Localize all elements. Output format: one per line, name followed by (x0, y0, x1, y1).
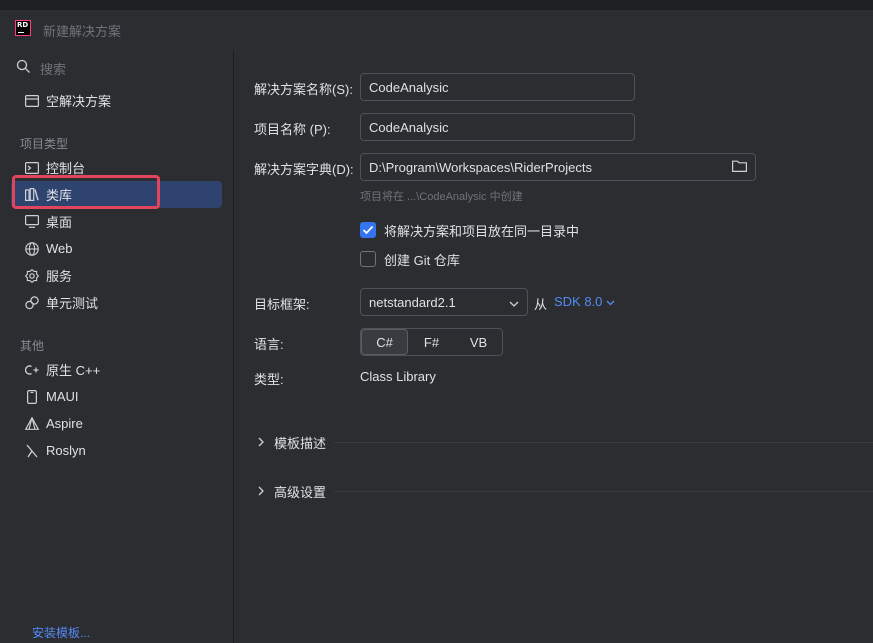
language-segmented-control: C# F# VB (360, 328, 503, 356)
sidebar-item-maui[interactable]: MAUI (11, 383, 222, 410)
aspire-icon (24, 416, 40, 432)
gear-icon (24, 268, 40, 284)
sidebar-item-desktop[interactable]: 桌面 (11, 208, 222, 235)
advanced-settings-label: 高级设置 (274, 485, 327, 500)
mobile-icon (24, 389, 40, 405)
sidebar-item-label: 桌面 (46, 215, 73, 230)
globe-icon (24, 241, 40, 257)
location-hint: 项目将在 ...\CodeAnalysic 中创建 (360, 191, 523, 203)
checkbox-unchecked-icon[interactable] (360, 251, 376, 267)
chevron-down-icon (509, 295, 519, 310)
same-dir-label: 将解决方案和项目放在同一目录中 (384, 223, 580, 239)
advanced-settings-section[interactable]: 高级设置 (258, 482, 873, 501)
type-label: 类型: (254, 372, 284, 387)
solution-dir-input[interactable]: D:\Program\Workspaces\RiderProjects (360, 153, 756, 181)
install-templates-link[interactable]: 安装模板... (32, 624, 90, 641)
sidebar-item-native-cpp[interactable]: 原生 C++ (11, 356, 222, 383)
sidebar-item-service[interactable]: 服务 (11, 262, 222, 289)
git-label: 创建 Git 仓库 (384, 252, 460, 268)
sidebar-item-empty-solution[interactable]: 空解决方案 (11, 87, 222, 114)
from-label: 从 (534, 297, 548, 312)
rider-logo-icon: RD (15, 20, 31, 36)
language-option-fsharp[interactable]: F# (408, 329, 455, 355)
language-option-csharp[interactable]: C# (361, 329, 408, 355)
sidebar-item-aspire[interactable]: Aspire (11, 410, 222, 437)
chevron-right-icon (258, 484, 264, 499)
sidebar-item-label: 服务 (46, 269, 73, 284)
language-option-vb[interactable]: VB (455, 329, 502, 355)
console-icon (24, 160, 40, 176)
sidebar-item-label: 空解决方案 (46, 94, 112, 109)
sidebar-item-label: 原生 C++ (46, 363, 101, 378)
section-project-types: 项目类型 (20, 137, 69, 151)
sidebar-item-label: Web (46, 241, 73, 256)
sdk-value: SDK 8.0 (554, 294, 603, 309)
folder-icon[interactable] (732, 160, 747, 175)
sidebar-item-web[interactable]: Web (11, 235, 222, 262)
project-name-input[interactable]: CodeAnalysic (360, 113, 635, 141)
sidebar: 搜索 空解决方案 项目类型 控制台 类库 桌面 Web 服务 单元测试 其他 原… (0, 50, 233, 643)
empty-solution-icon (24, 93, 40, 109)
solution-dir-value: D:\Program\Workspaces\RiderProjects (369, 159, 592, 175)
template-description-section[interactable]: 模板描述 (258, 433, 873, 452)
chevron-down-icon (606, 294, 615, 309)
same-dir-checkbox[interactable]: 将解决方案和项目放在同一目录中 (360, 221, 579, 239)
project-name-label: 项目名称 (P): (254, 122, 331, 137)
annotation-highlight-box (12, 175, 160, 209)
cpp-icon (24, 362, 40, 378)
solution-name-input[interactable]: CodeAnalysic (360, 73, 635, 101)
title-bar: RD 新建解决方案 (0, 10, 873, 50)
desktop-icon (24, 214, 40, 230)
checkbox-checked-icon[interactable] (360, 222, 376, 238)
sidebar-item-label: Roslyn (46, 443, 86, 458)
template-description-label: 模板描述 (274, 436, 327, 451)
sidebar-item-roslyn[interactable]: Roslyn (11, 437, 222, 464)
section-other: 其他 (20, 339, 45, 353)
chevron-right-icon (258, 435, 264, 450)
search-icon (16, 59, 31, 77)
framework-label: 目标框架: (254, 297, 310, 312)
section-divider (334, 442, 873, 443)
solution-name-label: 解决方案名称(S): (254, 82, 353, 97)
language-label: 语言: (254, 337, 284, 352)
solution-dir-label: 解决方案字典(D): (254, 162, 354, 177)
solution-name-value: CodeAnalysic (369, 79, 449, 95)
unit-test-icon (24, 295, 40, 311)
window-title: 新建解决方案 (43, 24, 122, 39)
search-field[interactable]: 搜索 (16, 58, 66, 78)
framework-select[interactable]: netstandard2.1 (360, 288, 528, 316)
main-form: 解决方案名称(S): CodeAnalysic 项目名称 (P): CodeAn… (234, 50, 873, 643)
sidebar-item-unit-test[interactable]: 单元测试 (11, 289, 222, 316)
roslyn-icon (24, 443, 40, 459)
search-placeholder: 搜索 (40, 61, 67, 77)
sidebar-item-label: Aspire (46, 416, 83, 431)
framework-value: netstandard2.1 (369, 294, 456, 310)
sdk-dropdown[interactable]: SDK 8.0 (554, 294, 615, 309)
sidebar-item-label: MAUI (46, 389, 79, 404)
section-divider (334, 491, 873, 492)
git-checkbox[interactable]: 创建 Git 仓库 (360, 250, 460, 268)
project-name-value: CodeAnalysic (369, 119, 449, 135)
sidebar-item-label: 单元测试 (46, 296, 99, 311)
type-value: Class Library (360, 369, 436, 384)
